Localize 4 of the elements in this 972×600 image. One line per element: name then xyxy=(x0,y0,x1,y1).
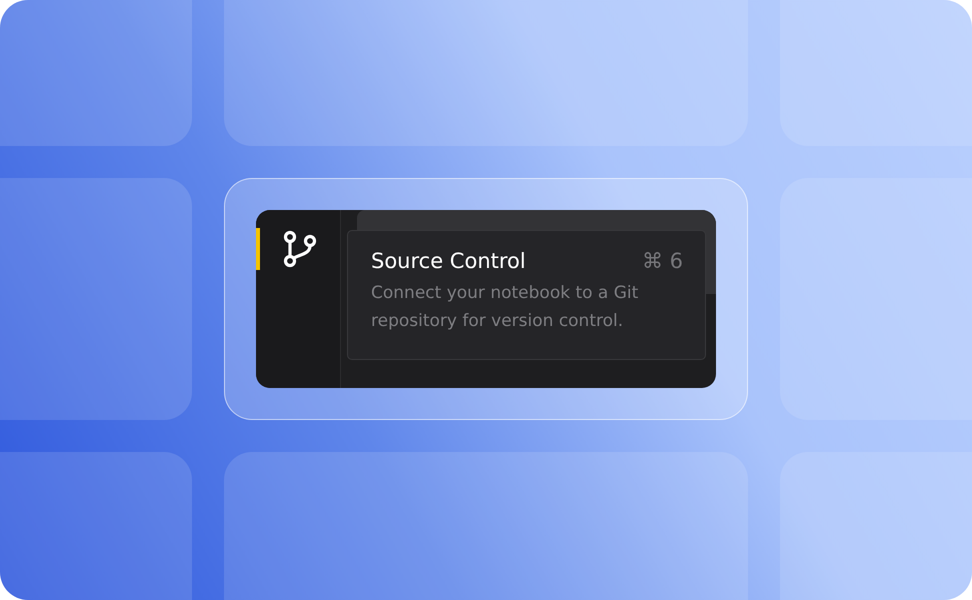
tooltip-description: Connect your notebook to a Git repository for version control. xyxy=(371,282,640,333)
keyboard-shortcut: ⌘ 6 xyxy=(642,249,683,273)
branch-icon xyxy=(283,230,317,268)
tooltip-title: Source Control xyxy=(371,249,526,273)
